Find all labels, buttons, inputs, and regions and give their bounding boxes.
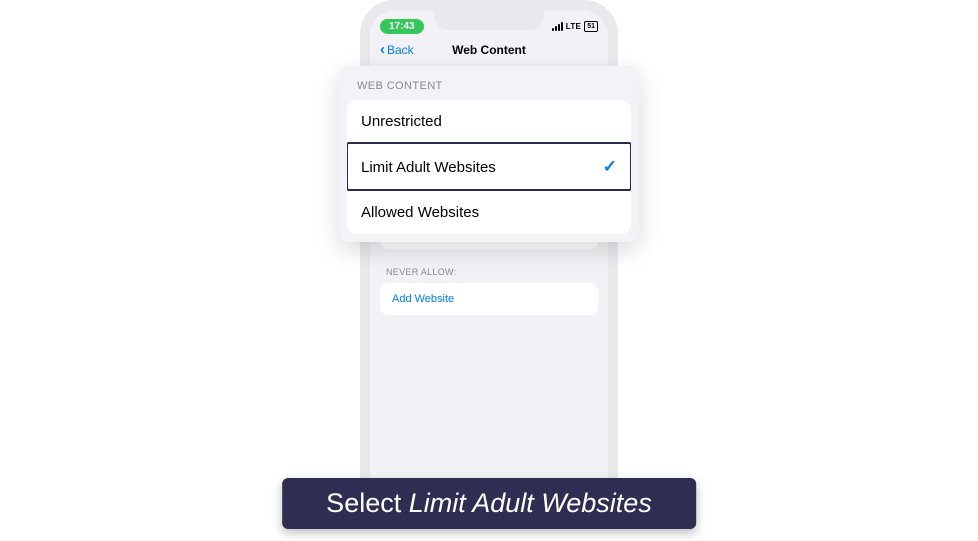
signal-icon	[552, 22, 563, 31]
option-unrestricted[interactable]: Unrestricted	[347, 100, 631, 143]
option-label: Limit Adult Websites	[361, 159, 496, 176]
option-label: Unrestricted	[361, 113, 442, 130]
battery-icon: 51	[584, 21, 598, 32]
navigation-bar: ‹ Back Web Content	[370, 38, 608, 65]
option-label: Allowed Websites	[361, 204, 479, 221]
add-blocked-website-button[interactable]: Add Website	[380, 283, 598, 315]
status-right: LTE 51	[552, 21, 598, 32]
status-time-pill: 17:43	[380, 19, 424, 34]
chevron-left-icon: ‹	[380, 42, 385, 57]
back-label: Back	[387, 43, 414, 57]
caption-emphasis: Limit Adult Websites	[409, 488, 652, 518]
option-allowed-websites[interactable]: Allowed Websites	[347, 190, 631, 234]
options-list: Unrestricted Limit Adult Websites ✓ Allo…	[347, 100, 631, 234]
option-limit-adult-websites[interactable]: Limit Adult Websites ✓	[347, 143, 631, 190]
web-content-options-popup: WEB CONTENT Unrestricted Limit Adult Web…	[339, 66, 639, 242]
caption-prefix: Select	[326, 488, 409, 518]
checkmark-icon: ✓	[603, 157, 617, 177]
network-type-label: LTE	[566, 22, 581, 31]
never-allow-header: NEVER ALLOW:	[370, 261, 608, 283]
popup-section-header: WEB CONTENT	[347, 76, 631, 100]
phone-notch	[434, 10, 544, 30]
page-title: Web Content	[452, 43, 526, 57]
back-button[interactable]: ‹ Back	[380, 42, 414, 57]
instruction-caption: Select Limit Adult Websites	[282, 478, 696, 529]
